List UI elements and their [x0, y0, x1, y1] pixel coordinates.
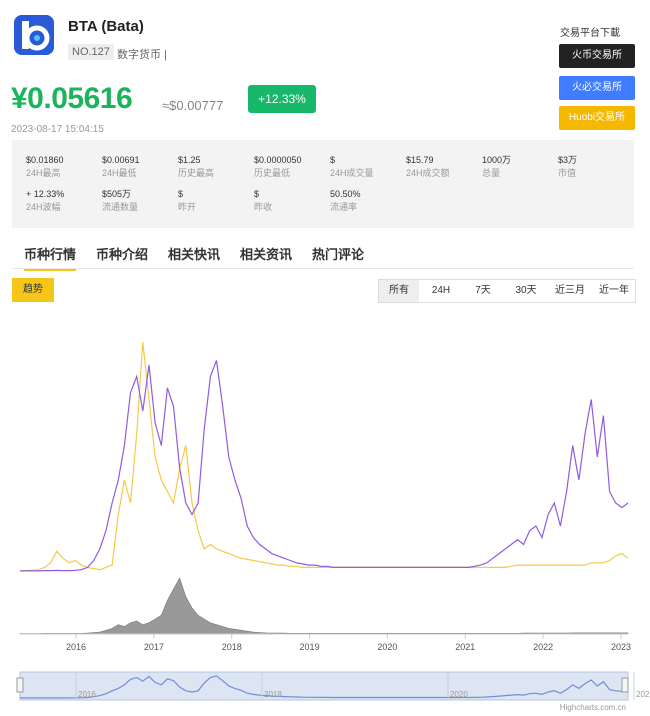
- navigator: 2016 2018 2020 2022: [19, 671, 650, 701]
- tab-bar: 币种行情 币种介绍 相关快讯 相关资讯 热门评论: [12, 236, 634, 271]
- tab-flash-news[interactable]: 相关快讯: [168, 244, 220, 263]
- price-chart: 2016 2017 2018 2019 2020 2021 2022 2023 2016 201…: [16, 341, 650, 712]
- stat-atl: $0.0000050 历史最低: [254, 155, 302, 178]
- price-timestamp: 2023-08-17 15:04:15: [11, 124, 104, 135]
- stat-circulation-rate: 50.50% 流通率: [330, 189, 361, 212]
- stat-market-cap: $3万 市值: [558, 155, 578, 178]
- rank-badge: NO.127: [68, 44, 114, 60]
- price-cny: ¥0.05616: [11, 82, 133, 115]
- stat-24h-low: $0.00691 24H最低: [102, 155, 140, 178]
- tab-news[interactable]: 相关资讯: [240, 244, 292, 263]
- navigator-tick-label: 2018: [264, 690, 282, 699]
- coin-type: 数字货币 |: [117, 49, 167, 61]
- huobi-exchange-button[interactable]: 火币交易所: [559, 44, 635, 68]
- x-tick-label: 2016: [66, 642, 86, 652]
- navigator-tick-label: 2016: [78, 690, 96, 699]
- navigator-band: [19, 671, 629, 701]
- price-usd: ≈$0.00777: [162, 98, 224, 113]
- navigator-tick-label: 2022: [636, 690, 650, 699]
- highcharts-credit: Highcharts.com.cn: [560, 703, 626, 712]
- change-badge: +12.33%: [248, 85, 316, 113]
- huobi-exchange-en-button[interactable]: Huobi交易所: [559, 106, 635, 130]
- x-tick-label: 2020: [377, 642, 397, 652]
- coin-name: BTA (Bata): [68, 18, 144, 35]
- stats-panel: $0.01860 24H最高 $0.00691 24H最低 $1.25 历史最高 $0…: [12, 140, 634, 228]
- x-tick-label: 2021: [455, 642, 475, 652]
- tab-comments[interactable]: 热门评论: [312, 244, 364, 263]
- x-tick-label: 2022: [533, 642, 553, 652]
- download-title: 交易平台下載: [560, 28, 620, 39]
- x-tick-label: 2018: [222, 642, 242, 652]
- navigator-handle-right[interactable]: [621, 677, 629, 693]
- x-tick-label: 2023: [611, 642, 631, 652]
- volume-line: [19, 341, 629, 572]
- x-axis: 2016 2017 2018 2019 2020 2021 2022 2023: [20, 633, 631, 652]
- tab-market[interactable]: 币种行情: [24, 244, 77, 271]
- bata-logo-icon: [14, 15, 54, 55]
- stat-24h-volume: $24H成交量: [330, 155, 374, 178]
- x-tick-label: 2019: [300, 642, 320, 652]
- stat-24h-high: $0.01860 24H最高: [26, 155, 64, 178]
- stat-prev-open: $ 昨开: [178, 189, 197, 212]
- navigator-handle-left[interactable]: [16, 677, 24, 693]
- price-line: [20, 360, 629, 572]
- stat-24h-turnover: $15.79 24H成交额: [406, 155, 450, 178]
- stat-circulating: $505万 流通数量: [102, 189, 139, 212]
- stat-ath: $1.25 历史最高: [178, 155, 215, 178]
- x-tick-label: 2017: [144, 642, 164, 652]
- main-plot: [19, 341, 629, 635]
- tab-intro[interactable]: 币种介绍: [96, 244, 148, 263]
- stat-prev-close: $ 昨收: [254, 189, 273, 212]
- stat-24h-range: + 12.33% 24H波幅: [26, 189, 65, 212]
- huobi-global-button[interactable]: 火必交易所: [559, 76, 635, 100]
- navigator-tick-label: 2020: [450, 690, 468, 699]
- stat-total-supply: 1000万 总量: [482, 155, 512, 178]
- volume-area: [19, 577, 629, 635]
- coin-logo: [14, 15, 54, 55]
